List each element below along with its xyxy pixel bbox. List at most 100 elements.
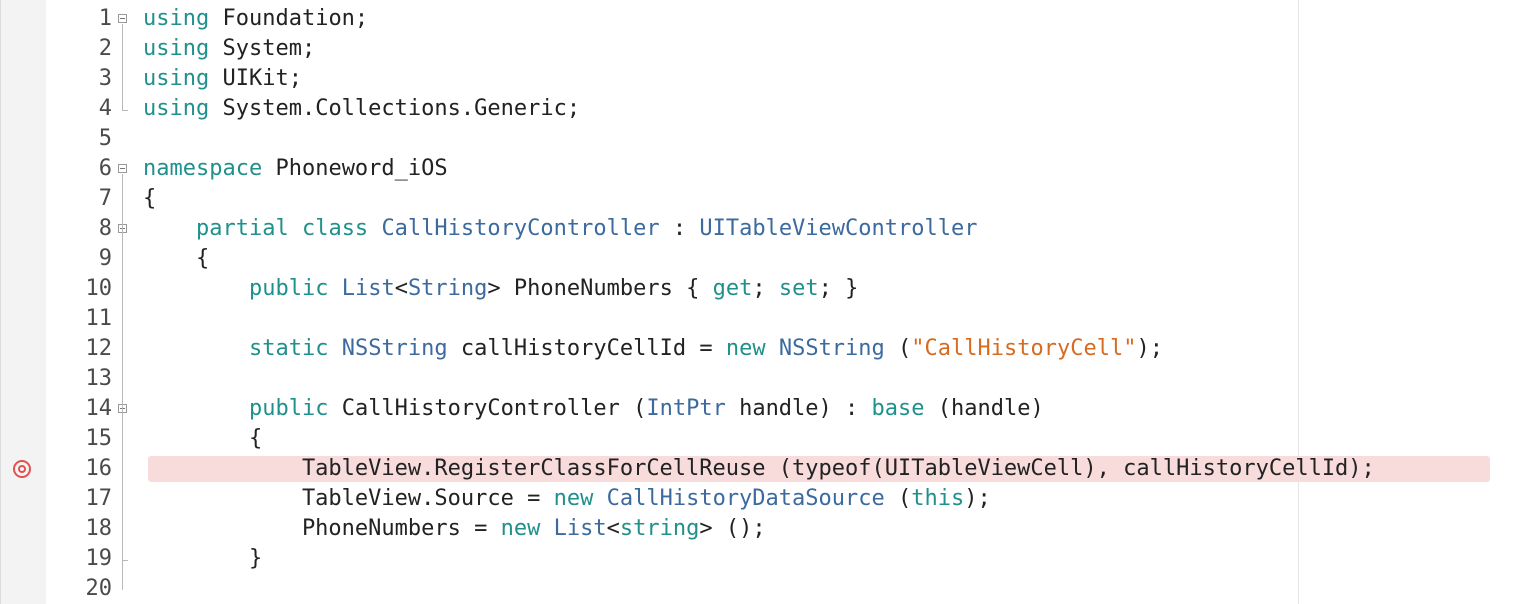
code-token: new: [725, 336, 766, 361]
code-line[interactable]: 12 static NSString callHistoryCellId = n…: [0, 334, 1534, 364]
code-token: Phoneword_iOS: [262, 156, 448, 181]
code-token: String: [407, 276, 488, 301]
code-token: new: [553, 486, 594, 511]
code-token: using: [143, 6, 210, 31]
line-number: 16: [85, 456, 113, 481]
fold-guide-end: [122, 110, 128, 111]
code-text: PhoneNumbers = new List<string> ();: [143, 514, 766, 544]
code-line[interactable]: 18 PhoneNumbers = new List<string> ();: [0, 514, 1534, 544]
code-line[interactable]: 2 using System;: [0, 34, 1534, 64]
code-line[interactable]: 19 }: [0, 544, 1534, 574]
code-token: string: [619, 516, 700, 541]
code-line[interactable]: 17 TableView.Source = new CallHistoryDat…: [0, 484, 1534, 514]
fold-toggle-icon[interactable]: [118, 164, 127, 173]
line-number: 14: [85, 396, 113, 421]
code-token: PhoneNumbers =: [143, 516, 501, 541]
breakpoint-icon[interactable]: [13, 460, 31, 478]
line-number: 20: [85, 576, 113, 601]
code-token: {: [143, 246, 210, 271]
code-text: static NSString callHistoryCellId = new …: [143, 334, 1163, 364]
code-line[interactable]: 16 TableView.RegisterClassForCellReuse (…: [0, 454, 1534, 484]
code-line[interactable]: 4 using System.Collections.Generic;: [0, 94, 1534, 124]
code-token: List: [341, 276, 395, 301]
code-line[interactable]: 8 partial class CallHistoryController : …: [0, 214, 1534, 244]
code-line[interactable]: 14 public CallHistoryController (IntPtr …: [0, 394, 1534, 424]
code-token: CallHistoryController (: [328, 396, 647, 421]
code-token: using: [143, 66, 210, 91]
line-number: 17: [85, 486, 113, 511]
code-editor[interactable]: 1 using Foundation; 2 using System; 3 using U…: [0, 0, 1534, 604]
code-token: }: [143, 546, 263, 571]
line-number: 15: [85, 426, 113, 451]
code-token: NSString: [778, 336, 885, 361]
code-token: UITableViewController: [699, 216, 978, 241]
code-token: class: [301, 216, 369, 241]
line-number: 7: [98, 186, 112, 211]
code-line[interactable]: 10 public List<String> PhoneNumbers { ge…: [0, 274, 1534, 304]
line-number: 9: [98, 246, 112, 271]
code-token: );: [1136, 336, 1163, 361]
fold-toggle-icon[interactable]: [118, 14, 127, 23]
code-token: static: [248, 336, 329, 361]
code-line[interactable]: 15 {: [0, 424, 1534, 454]
code-token: CallHistoryController: [381, 216, 660, 241]
code-token: {: [143, 186, 157, 211]
fold-guide: [122, 414, 123, 560]
code-text: public List<String> PhoneNumbers { get ; …: [143, 274, 858, 304]
code-line[interactable]: 20: [0, 574, 1534, 604]
code-token: (: [884, 336, 912, 361]
code-token: using: [143, 36, 210, 61]
line-number: 11: [85, 306, 113, 331]
code-line[interactable]: 3 using UIKit;: [0, 64, 1534, 94]
code-text: partial class CallHistoryController : UI…: [143, 214, 978, 244]
code-text: }: [143, 544, 262, 574]
code-line[interactable]: 7{: [0, 184, 1534, 214]
code-token: using: [143, 96, 210, 121]
code-token: System;: [209, 36, 316, 61]
code-token: TableView.RegisterClassForCellReuse (typ…: [143, 456, 1375, 481]
line-number: 4: [98, 96, 112, 121]
code-text: TableView.RegisterClassForCellReuse (typ…: [143, 454, 1375, 484]
code-text: using UIKit;: [143, 64, 302, 94]
line-number: 6: [98, 156, 112, 181]
fold-guide-end: [122, 560, 128, 561]
code-text: namespace Phoneword_iOS: [143, 154, 448, 184]
code-token: Foundation;: [209, 6, 369, 31]
code-text: {: [143, 184, 156, 214]
code-line[interactable]: 9 {: [0, 244, 1534, 274]
code-token: CallHistoryDataSource: [606, 486, 885, 511]
code-text: {: [143, 244, 209, 274]
code-token: new: [500, 516, 541, 541]
code-token: get: [712, 276, 753, 301]
code-token: (handle): [924, 396, 1044, 421]
code-token: "CallHistoryCell": [911, 336, 1137, 361]
code-line[interactable]: 1 using Foundation;: [0, 4, 1534, 34]
code-token: {: [143, 426, 263, 451]
code-line[interactable]: 6 namespace Phoneword_iOS: [0, 154, 1534, 184]
code-text: public CallHistoryController (IntPtr han…: [143, 394, 1044, 424]
code-token: public: [248, 276, 329, 301]
code-line[interactable]: 5: [0, 124, 1534, 154]
code-token: List: [553, 516, 607, 541]
code-text: {: [143, 424, 262, 454]
line-number: 1: [98, 6, 112, 31]
line-number: 13: [85, 366, 113, 391]
line-number: 18: [85, 516, 113, 541]
line-number: 10: [85, 276, 113, 301]
line-number: 3: [98, 66, 112, 91]
code-text: using System.Collections.Generic;: [143, 94, 580, 124]
code-line[interactable]: 11: [0, 304, 1534, 334]
code-token: namespace: [143, 156, 263, 181]
code-line[interactable]: 13: [0, 364, 1534, 394]
code-token: );: [964, 486, 991, 511]
code-token: NSString: [341, 336, 448, 361]
